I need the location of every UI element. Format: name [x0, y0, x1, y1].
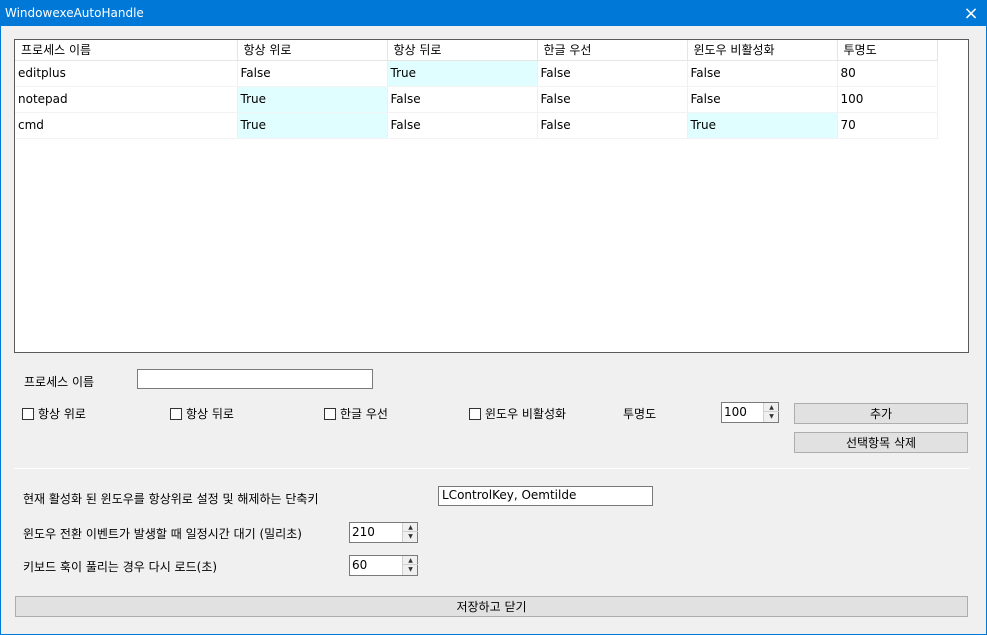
save-and-close-button[interactable]: 저장하고 닫기	[15, 596, 968, 617]
table-cell[interactable]: False	[387, 112, 538, 139]
hangul-first-label: 한글 우선	[340, 407, 388, 421]
checkbox-box[interactable]	[22, 407, 34, 420]
table-cell[interactable]: cmd	[15, 112, 238, 139]
table-cell[interactable]: 70	[837, 112, 938, 139]
always-bottom-checkbox[interactable]: 항상 뒤로	[170, 405, 234, 422]
table-cell[interactable]: False	[537, 60, 688, 87]
table-cell[interactable]: True	[237, 112, 388, 139]
hotkey-input[interactable]: LControlKey, Oemtilde	[438, 486, 653, 506]
title-bar: WindowexeAutoHandle ×	[1, 1, 986, 26]
wait-label: 윈도우 전환 이벤트가 발생할 때 일정시간 대기 (밀리초)	[23, 527, 302, 541]
reload-spinner[interactable]: 60 ▲ ▼	[349, 555, 418, 576]
close-icon[interactable]: ×	[956, 1, 986, 26]
grid-body: editplus False True False False 80 notepad True…	[15, 60, 938, 139]
spin-down-icon[interactable]: ▼	[403, 565, 418, 574]
checkbox-box[interactable]	[170, 407, 182, 420]
hotkey-label: 현재 활성화 된 윈도우를 항상위로 설정 및 해제하는 단축키	[23, 492, 319, 506]
table-cell[interactable]: False	[687, 86, 838, 113]
reload-label: 키보드 훅이 풀리는 경우 다시 로드(초)	[23, 560, 218, 574]
column-header[interactable]: 투명도	[837, 40, 938, 61]
opacity-value[interactable]: 100	[724, 405, 747, 419]
add-button[interactable]: 추가	[794, 403, 968, 424]
spinner-arrows[interactable]: ▲ ▼	[402, 556, 418, 575]
spin-up-icon[interactable]: ▲	[403, 556, 418, 565]
table-cell[interactable]: False	[237, 60, 388, 87]
reload-value[interactable]: 60	[352, 558, 367, 572]
table-cell[interactable]: notepad	[15, 86, 238, 113]
table-cell[interactable]: True	[237, 86, 388, 113]
spin-up-icon[interactable]: ▲	[764, 403, 779, 412]
process-name-input[interactable]	[137, 369, 373, 389]
grid-header-row: 프로세스 이름 항상 위로 항상 뒤로 한글 우선 윈도우 비활성화 투명도	[15, 40, 938, 61]
always-top-checkbox[interactable]: 항상 위로	[22, 405, 86, 422]
main-window: WindowexeAutoHandle × 프로세스 이름 항상 위로 항상 뒤로 한…	[0, 0, 987, 635]
opacity-spinner[interactable]: 100 ▲ ▼	[721, 402, 779, 423]
delete-selected-button[interactable]: 선택항목 삭제	[794, 432, 968, 453]
window-title: WindowexeAutoHandle	[5, 6, 144, 20]
always-bottom-label: 항상 뒤로	[186, 407, 234, 421]
column-header[interactable]: 항상 위로	[237, 40, 388, 61]
table-cell[interactable]: True	[387, 60, 538, 87]
table-row[interactable]: notepad True False False False 100	[15, 86, 938, 113]
spin-up-icon[interactable]: ▲	[403, 523, 418, 532]
table-cell[interactable]: False	[387, 86, 538, 113]
process-grid[interactable]: 프로세스 이름 항상 위로 항상 뒤로 한글 우선 윈도우 비활성화 투명도 editpl…	[14, 39, 969, 353]
opacity-label: 투명도	[623, 407, 657, 421]
spinner-arrows[interactable]: ▲ ▼	[402, 523, 418, 542]
table-row[interactable]: cmd True False False True 70	[15, 112, 938, 139]
table-cell[interactable]: False	[687, 60, 838, 87]
wait-value[interactable]: 210	[352, 525, 375, 539]
table-row[interactable]: editplus False True False False 80	[15, 60, 938, 87]
table-cell[interactable]: True	[687, 112, 838, 139]
window-disable-checkbox[interactable]: 윈도우 비활성화	[469, 405, 566, 422]
table-cell[interactable]: editplus	[15, 60, 238, 87]
table-cell[interactable]: 100	[837, 86, 938, 113]
hangul-first-checkbox[interactable]: 한글 우선	[324, 405, 388, 422]
column-header[interactable]: 한글 우선	[537, 40, 688, 61]
spin-down-icon[interactable]: ▼	[403, 532, 418, 541]
spinner-arrows[interactable]: ▲ ▼	[763, 403, 779, 422]
separator	[14, 468, 969, 469]
column-header[interactable]: 프로세스 이름	[15, 40, 238, 61]
column-header[interactable]: 윈도우 비활성화	[687, 40, 838, 61]
table-cell[interactable]: False	[537, 112, 688, 139]
column-header[interactable]: 항상 뒤로	[387, 40, 538, 61]
table-cell[interactable]: 80	[837, 60, 938, 87]
checkbox-box[interactable]	[469, 407, 481, 420]
always-top-label: 항상 위로	[38, 407, 86, 421]
table-cell[interactable]: False	[537, 86, 688, 113]
window-disable-label: 윈도우 비활성화	[485, 407, 567, 421]
process-name-label: 프로세스 이름	[24, 375, 95, 389]
wait-spinner[interactable]: 210 ▲ ▼	[349, 522, 418, 543]
process-table: 프로세스 이름 항상 위로 항상 뒤로 한글 우선 윈도우 비활성화 투명도 editpl…	[15, 40, 938, 139]
checkbox-box[interactable]	[324, 407, 336, 420]
spin-down-icon[interactable]: ▼	[764, 412, 779, 421]
